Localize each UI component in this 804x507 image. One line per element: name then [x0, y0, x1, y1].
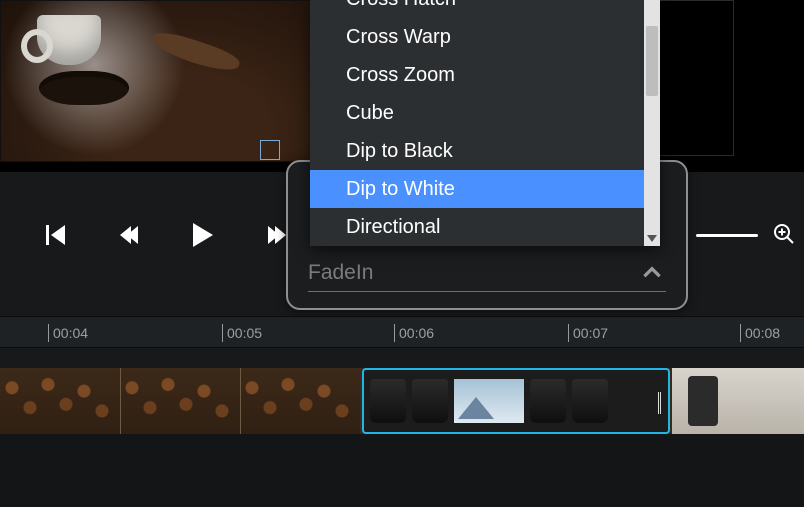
rewind-button[interactable] [114, 220, 144, 250]
volume-slider[interactable] [696, 234, 758, 237]
decor-carafe [412, 379, 448, 423]
ruler-tick: 00:06 [394, 321, 434, 345]
zoom-in-button[interactable] [772, 222, 796, 246]
clip-thumbnails [370, 380, 650, 422]
transition-option[interactable]: Directional [310, 208, 644, 246]
go-to-start-button[interactable] [40, 220, 70, 250]
timeline-ruler[interactable]: 00:04 00:05 00:06 00:07 00:08 [0, 316, 804, 348]
decor-pour [688, 376, 718, 426]
transition-search-row [308, 254, 666, 292]
skip-previous-icon [46, 225, 65, 245]
ruler-tick-label: 00:04 [53, 325, 88, 341]
playback-controls [40, 215, 292, 255]
transition-scrollbar[interactable] [644, 0, 660, 246]
decor-mountains [454, 379, 524, 423]
decor-carafe [370, 379, 406, 423]
fast-forward-icon [270, 226, 284, 244]
frame-divider [120, 368, 121, 434]
decor-cup [37, 15, 101, 65]
ruler-tick-label: 00:06 [399, 325, 434, 341]
transition-option[interactable]: Cube [310, 94, 644, 132]
ruler-tick: 00:07 [568, 321, 608, 345]
clip-trim-handle[interactable] [658, 392, 664, 414]
preview-frame-left [0, 0, 312, 162]
transition-option[interactable]: Cross Zoom [310, 56, 644, 94]
ruler-tick-label: 00:08 [745, 325, 780, 341]
decor-spoon [150, 28, 242, 77]
frame-divider [240, 368, 241, 434]
collapse-button[interactable] [638, 259, 666, 287]
clip-pour[interactable] [672, 368, 804, 434]
ruler-tick: 00:08 [740, 321, 780, 345]
clip-coffee-beans[interactable] [0, 368, 360, 434]
drop-target-indicator[interactable] [260, 140, 280, 160]
decor-carafe [530, 379, 566, 423]
zoom-in-icon [772, 222, 796, 246]
ruler-tick: 00:05 [222, 321, 262, 345]
scrollbar-down-button[interactable] [644, 230, 660, 246]
transition-search-input[interactable] [308, 259, 638, 287]
transition-option[interactable]: Dip to White [310, 170, 644, 208]
transition-option[interactable]: Dip to Black [310, 132, 644, 170]
ruler-tick-label: 00:05 [227, 325, 262, 341]
ruler-tick-label: 00:07 [573, 325, 608, 341]
transition-dropdown: Cross HatchCross WarpCross ZoomCubeDip t… [310, 0, 660, 246]
chevron-up-icon [639, 260, 665, 286]
empty-track-area[interactable] [0, 434, 804, 507]
play-button[interactable] [188, 220, 218, 250]
decor-carafe [572, 379, 608, 423]
transition-list: Cross HatchCross WarpCross ZoomCubeDip t… [310, 0, 644, 246]
ruler-tick: 00:04 [48, 321, 88, 345]
scrollbar-thumb[interactable] [646, 26, 658, 96]
transition-option[interactable]: Cross Warp [310, 18, 644, 56]
decor-mortar [39, 71, 129, 105]
play-icon [193, 223, 213, 247]
rewind-icon [122, 226, 136, 244]
clip-selected[interactable] [362, 368, 670, 434]
timeline-track[interactable] [0, 368, 804, 434]
